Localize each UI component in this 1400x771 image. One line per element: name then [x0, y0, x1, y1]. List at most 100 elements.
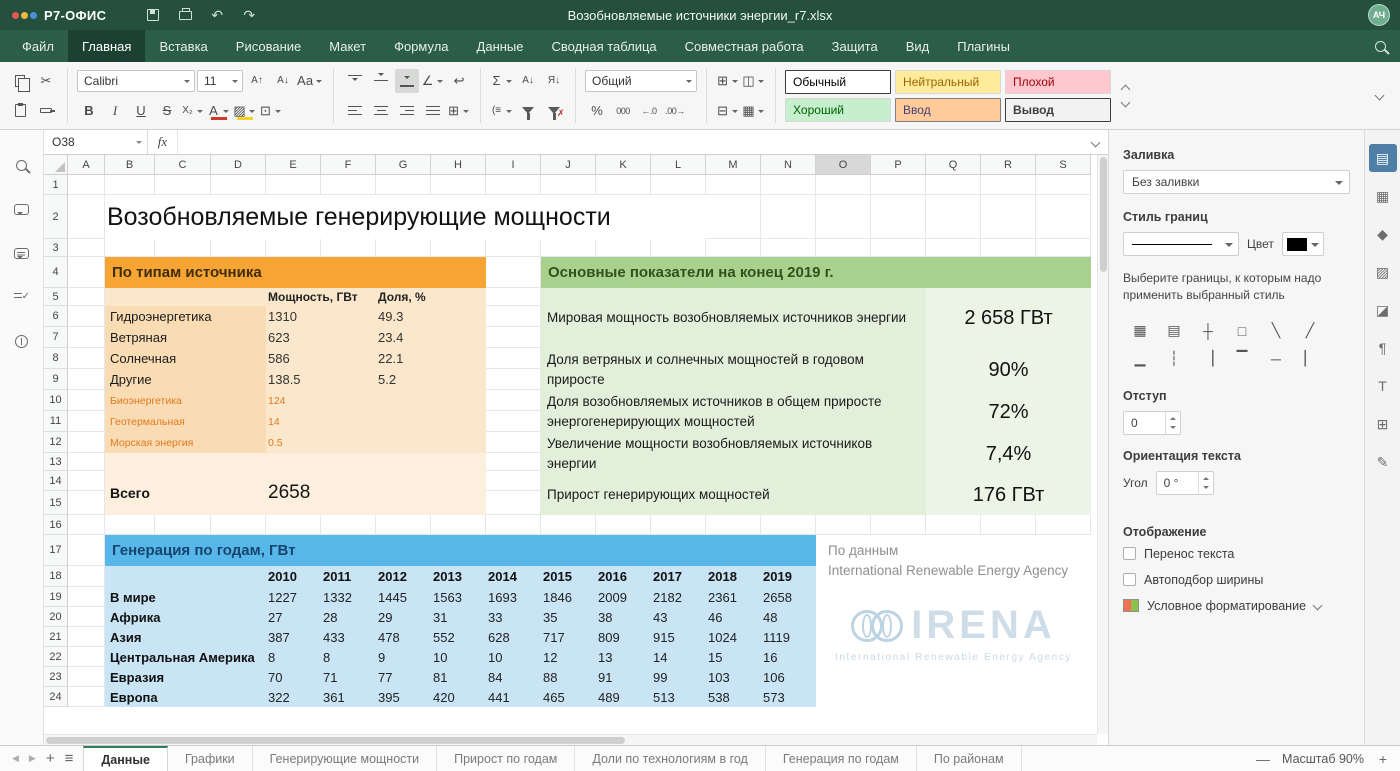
horizontal-scrollbar[interactable] [44, 734, 1097, 745]
sort-ascending-button[interactable]: А↓ [516, 69, 540, 93]
row-header-9[interactable]: 9 [44, 369, 68, 390]
cell-O16[interactable] [816, 515, 871, 535]
insert-cells-button[interactable]: ⊞ [716, 69, 740, 93]
clear-button[interactable]: ◫ [742, 69, 766, 93]
cell-name-box[interactable]: O38 [44, 130, 148, 154]
menu-tab-9[interactable]: Защита [818, 30, 892, 62]
cell-O3[interactable] [816, 239, 871, 257]
cell-A1[interactable] [68, 175, 105, 195]
spellcheck-button[interactable] [12, 288, 32, 306]
cell-S3[interactable] [1036, 239, 1091, 257]
cell-E16[interactable] [266, 515, 321, 535]
generation-row[interactable]: Азия38743347855262871780991510241119 [105, 627, 816, 647]
align-left-button[interactable] [343, 99, 367, 123]
indicator-row[interactable]: Доля возобновляемых источников в общем п… [541, 391, 1091, 433]
indent-spinner[interactable] [1165, 412, 1180, 434]
indicator-row[interactable]: Увеличение мощности возобновляемых источ… [541, 433, 1091, 475]
cell-P2[interactable] [871, 195, 926, 239]
cell-P16[interactable] [871, 515, 926, 535]
cell-A24[interactable] [68, 687, 105, 707]
border-outer-button[interactable]: □ [1225, 317, 1259, 345]
cell-F1[interactable] [321, 175, 376, 195]
menu-tab-10[interactable]: Вид [892, 30, 944, 62]
valign-bottom-button[interactable] [395, 69, 419, 93]
types-sub-row[interactable]: Биоэнергетика124 [105, 390, 486, 411]
row-header-4[interactable]: 4 [44, 257, 68, 288]
cell-M1[interactable] [706, 175, 761, 195]
cell-C3[interactable] [155, 239, 211, 257]
change-case-button[interactable]: Аа [297, 69, 324, 93]
types-table[interactable]: Мощность, ГВт Доля, % Гидроэнергетика131… [105, 288, 486, 515]
user-avatar[interactable]: АЧ [1368, 4, 1390, 26]
vertical-scrollbar-thumb[interactable] [1100, 157, 1107, 272]
indicator-row[interactable]: Мировая мощность возобновляемых источник… [541, 288, 1091, 349]
find-button[interactable] [12, 156, 32, 174]
cell-G3[interactable] [376, 239, 431, 257]
sheet-title-cell[interactable]: Возобновляемые генерирующие мощности [105, 195, 706, 239]
justify-button[interactable] [421, 99, 445, 123]
cell-M3[interactable] [706, 239, 761, 257]
cell-P3[interactable] [871, 239, 926, 257]
cell-K1[interactable] [596, 175, 651, 195]
add-sheet-button[interactable]: + [46, 750, 55, 767]
save-button[interactable] [140, 4, 166, 26]
row-header-18[interactable]: 18 [44, 566, 68, 587]
paragraph-settings-icon[interactable]: ¶ [1369, 334, 1397, 362]
chart-settings-icon[interactable]: ◪ [1369, 296, 1397, 324]
cell-B3[interactable] [105, 239, 155, 257]
row-header-21[interactable]: 21 [44, 627, 68, 647]
pivot-settings-icon[interactable]: ⊞ [1369, 410, 1397, 438]
generation-row[interactable]: Евразия7071778184889199103106 [105, 667, 816, 687]
indicator-row[interactable]: Прирост генерирующих мощностей176 ГВт [541, 475, 1091, 515]
types-row[interactable]: Гидроэнергетика131049.3 [105, 306, 486, 327]
formula-input[interactable] [178, 130, 1082, 154]
border-top-button[interactable]: ▔ [1225, 345, 1259, 373]
types-total-row[interactable]: Всего 2658 [105, 471, 486, 515]
conditional-formatting-button[interactable]: Условное форматирование [1123, 599, 1350, 613]
format-painter-button[interactable] [34, 99, 58, 123]
cell-A4[interactable] [68, 257, 105, 288]
cell-O2[interactable] [816, 195, 871, 239]
autofit-option[interactable]: Автоподбор ширины [1123, 573, 1350, 587]
cell-A8[interactable] [68, 348, 105, 369]
row-header-14[interactable]: 14 [44, 471, 68, 491]
types-table-header[interactable]: По типам источника [105, 257, 486, 288]
row-header-23[interactable]: 23 [44, 667, 68, 687]
cut-button[interactable]: ✂ [34, 69, 58, 93]
menu-tab-6[interactable]: Данные [463, 30, 538, 62]
border-bottom-button[interactable]: ▁ [1123, 345, 1157, 373]
cell-A20[interactable] [68, 607, 105, 627]
cell-B1[interactable] [105, 175, 155, 195]
undo-button[interactable]: ↶ [204, 4, 230, 26]
select-all-corner[interactable] [44, 155, 68, 175]
format-as-table-button[interactable]: ▦ [742, 99, 766, 123]
about-button[interactable] [12, 332, 32, 350]
autosum-button[interactable]: Σ [490, 69, 514, 93]
indicators-table[interactable]: Мировая мощность возобновляемых источник… [541, 288, 1091, 515]
cell-A13[interactable] [68, 453, 105, 471]
indicators-header[interactable]: Основные показатели на конец 2019 г. [541, 257, 1091, 288]
styles-scroll-down-icon[interactable] [1120, 97, 1130, 107]
angle-input[interactable]: 0 ° [1156, 471, 1214, 495]
cell-Q2[interactable] [926, 195, 981, 239]
generation-table-header[interactable]: Генерация по годам, ГВт [105, 535, 816, 566]
valign-top-button[interactable] [343, 69, 367, 93]
column-header-B[interactable]: B [105, 155, 155, 175]
row-header-5[interactable]: 5 [44, 288, 68, 306]
column-header-C[interactable]: C [155, 155, 211, 175]
font-size-combo[interactable]: 11 [197, 70, 243, 92]
types-sub-row[interactable]: Морская энергия0.5 [105, 432, 486, 453]
cell-E3[interactable] [266, 239, 321, 257]
cell-A10[interactable] [68, 390, 105, 411]
zoom-out-button[interactable]: — [1254, 751, 1272, 767]
sheet-tab-6[interactable]: По районам [917, 746, 1022, 771]
cell-A7[interactable] [68, 327, 105, 348]
angle-spinner[interactable] [1198, 472, 1213, 494]
cell-styles-scroll[interactable] [1117, 86, 1133, 106]
search-button[interactable] [1360, 30, 1400, 62]
column-header-S[interactable]: S [1036, 155, 1091, 175]
cell-I4[interactable] [486, 257, 541, 288]
types-table-column-headers[interactable]: Мощность, ГВт Доля, % [105, 288, 486, 306]
wrap-text-button[interactable]: ↩ [447, 69, 471, 93]
column-header-J[interactable]: J [541, 155, 596, 175]
